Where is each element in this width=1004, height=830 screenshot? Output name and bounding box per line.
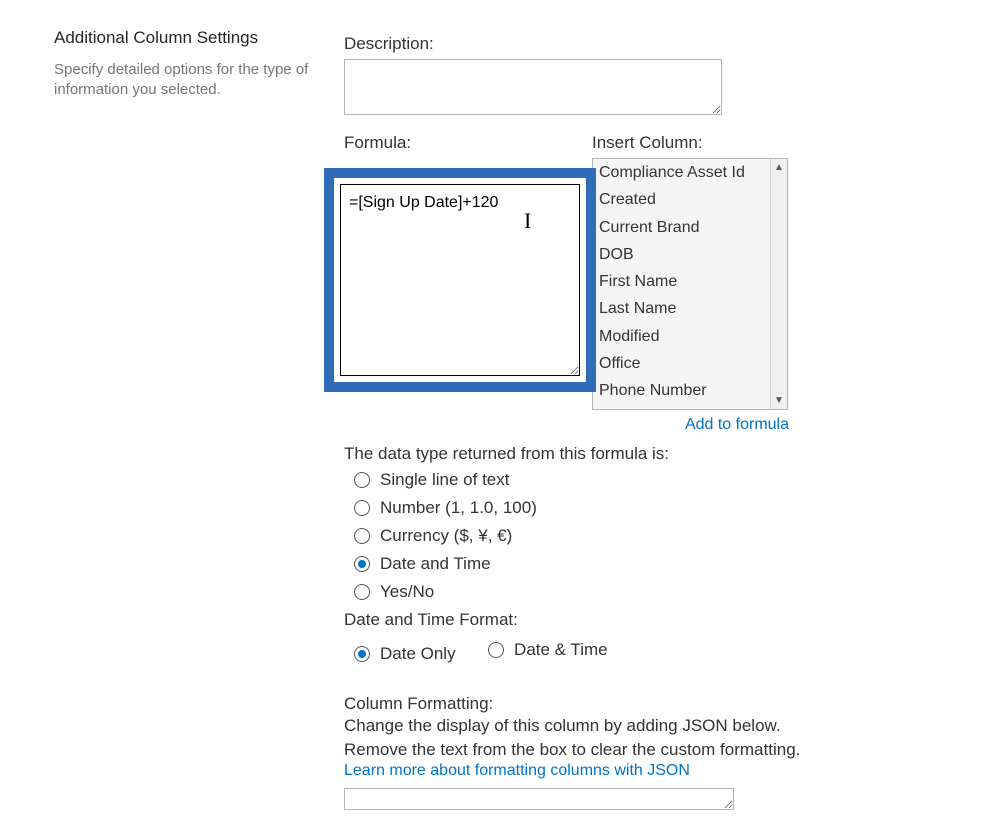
- description-label: Description:: [344, 34, 954, 54]
- return-type-option-yesno[interactable]: Yes/No: [354, 582, 954, 602]
- scroll-up-icon[interactable]: ▲: [771, 159, 787, 176]
- radio-label: Yes/No: [380, 582, 434, 602]
- section-title: Additional Column Settings: [54, 28, 314, 48]
- date-format-label: Date and Time Format:: [344, 610, 954, 630]
- radio-label: Date & Time: [514, 640, 608, 660]
- list-item[interactable]: Last Name: [593, 295, 787, 322]
- date-format-group: Date Only Date & Time: [354, 636, 954, 672]
- insert-column-list[interactable]: Compliance Asset Id Created Current Bran…: [592, 158, 788, 410]
- scrollbar[interactable]: ▲ ▼: [770, 159, 787, 409]
- learn-more-link[interactable]: Learn more about formatting columns with…: [344, 762, 690, 779]
- return-type-label: The data type returned from this formula…: [344, 444, 954, 464]
- radio-icon[interactable]: [354, 500, 370, 516]
- radio-icon[interactable]: [488, 642, 504, 658]
- column-formatting-line1: Change the display of this column by add…: [344, 714, 954, 738]
- json-formatting-input[interactable]: [344, 788, 734, 810]
- radio-label: Date and Time: [380, 554, 491, 574]
- radio-icon[interactable]: [354, 472, 370, 488]
- return-type-option-text[interactable]: Single line of text: [354, 470, 954, 490]
- radio-icon[interactable]: [354, 584, 370, 600]
- scroll-down-icon[interactable]: ▼: [771, 392, 787, 409]
- settings-left-panel: Additional Column Settings Specify detai…: [54, 28, 344, 810]
- return-type-option-currency[interactable]: Currency ($, ¥, €): [354, 526, 954, 546]
- list-item[interactable]: Compliance Asset Id: [593, 159, 787, 186]
- radio-label: Currency ($, ¥, €): [380, 526, 512, 546]
- description-input[interactable]: [344, 59, 722, 115]
- settings-right-panel: Description: Formula: I Insert Column: C…: [344, 28, 954, 810]
- column-formatting-line2: Remove the text from the box to clear th…: [344, 738, 954, 762]
- column-formatting-label: Column Formatting:: [344, 694, 954, 714]
- radio-label: Single line of text: [380, 470, 509, 490]
- return-type-option-number[interactable]: Number (1, 1.0, 100): [354, 498, 954, 518]
- formula-label: Formula:: [344, 133, 594, 153]
- return-type-option-datetime[interactable]: Date and Time: [354, 554, 954, 574]
- list-item[interactable]: Modified: [593, 323, 787, 350]
- list-item[interactable]: DOB: [593, 241, 787, 268]
- list-item[interactable]: Created: [593, 186, 787, 213]
- add-to-formula-link[interactable]: Add to formula: [685, 416, 789, 433]
- list-item[interactable]: Office: [593, 350, 787, 377]
- return-type-group: Single line of text Number (1, 1.0, 100)…: [354, 470, 954, 602]
- section-subtitle: Specify detailed options for the type of…: [54, 60, 314, 101]
- radio-label: Date Only: [380, 644, 456, 664]
- formula-input[interactable]: [340, 184, 580, 376]
- list-item[interactable]: Current Brand: [593, 214, 787, 241]
- column-formatting-section: Column Formatting: Change the display of…: [344, 694, 954, 810]
- formula-highlight-frame: I: [324, 168, 596, 392]
- list-item[interactable]: Phone Number: [593, 377, 787, 404]
- radio-icon[interactable]: [354, 646, 370, 662]
- radio-label: Number (1, 1.0, 100): [380, 498, 537, 518]
- radio-icon[interactable]: [354, 528, 370, 544]
- radio-icon[interactable]: [354, 556, 370, 572]
- date-format-option-datetime[interactable]: Date & Time: [488, 640, 608, 660]
- list-item[interactable]: First Name: [593, 268, 787, 295]
- list-item[interactable]: Sign Up Date: [593, 404, 787, 410]
- date-format-option-dateonly[interactable]: Date Only: [354, 644, 456, 664]
- insert-column-label: Insert Column:: [592, 133, 792, 153]
